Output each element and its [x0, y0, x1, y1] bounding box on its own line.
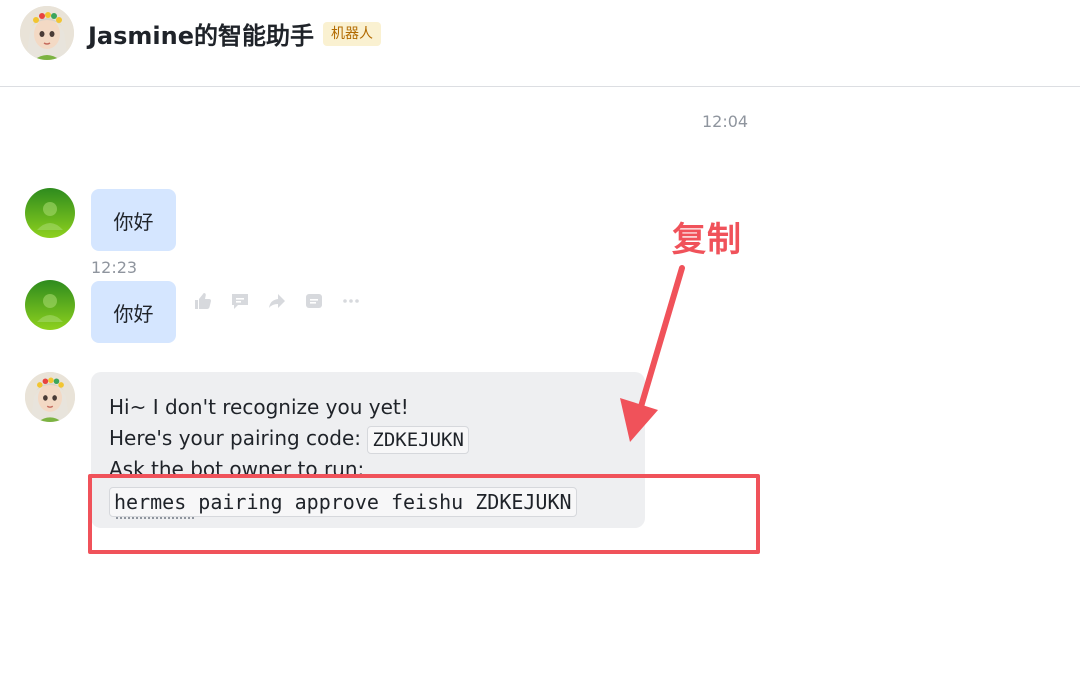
message-timestamp: 12:23 [91, 258, 138, 277]
bot-badge: 机器人 [323, 22, 381, 46]
annotation-arrow-icon [620, 265, 685, 442]
pairing-code-label: Here's your pairing code: [109, 426, 362, 450]
message-text: 你好 [113, 301, 154, 326]
user-avatar[interactable] [25, 280, 75, 330]
chat-title: Jasmine的智能助手 [88, 22, 315, 50]
user-message-bubble[interactable]: 你好 [91, 281, 176, 343]
quote-icon[interactable] [302, 289, 326, 313]
bot-avatar[interactable] [25, 372, 75, 422]
forward-icon[interactable] [265, 289, 289, 313]
bot-avatar[interactable] [20, 6, 74, 60]
more-icon[interactable] [339, 289, 363, 313]
bot-message-line: Here's your pairing code: ZDKEJUKN [109, 423, 627, 454]
bot-message-line: Hi~ I don't recognize you yet! [109, 395, 409, 419]
pairing-code[interactable]: ZDKEJUKN [367, 425, 469, 454]
annotation-label: 复制 [672, 220, 742, 260]
annotation-highlight-box [88, 474, 760, 554]
user-message-bubble[interactable]: 你好 [91, 189, 176, 251]
comment-icon[interactable] [228, 289, 252, 313]
message-timestamp: 12:04 [702, 112, 749, 131]
thumbs-up-icon[interactable] [191, 289, 215, 313]
message-text: 你好 [113, 209, 154, 234]
message-action-bar [184, 283, 370, 319]
chat-header: Jasmine的智能助手 机器人 [0, 0, 1080, 87]
user-avatar[interactable] [25, 188, 75, 238]
